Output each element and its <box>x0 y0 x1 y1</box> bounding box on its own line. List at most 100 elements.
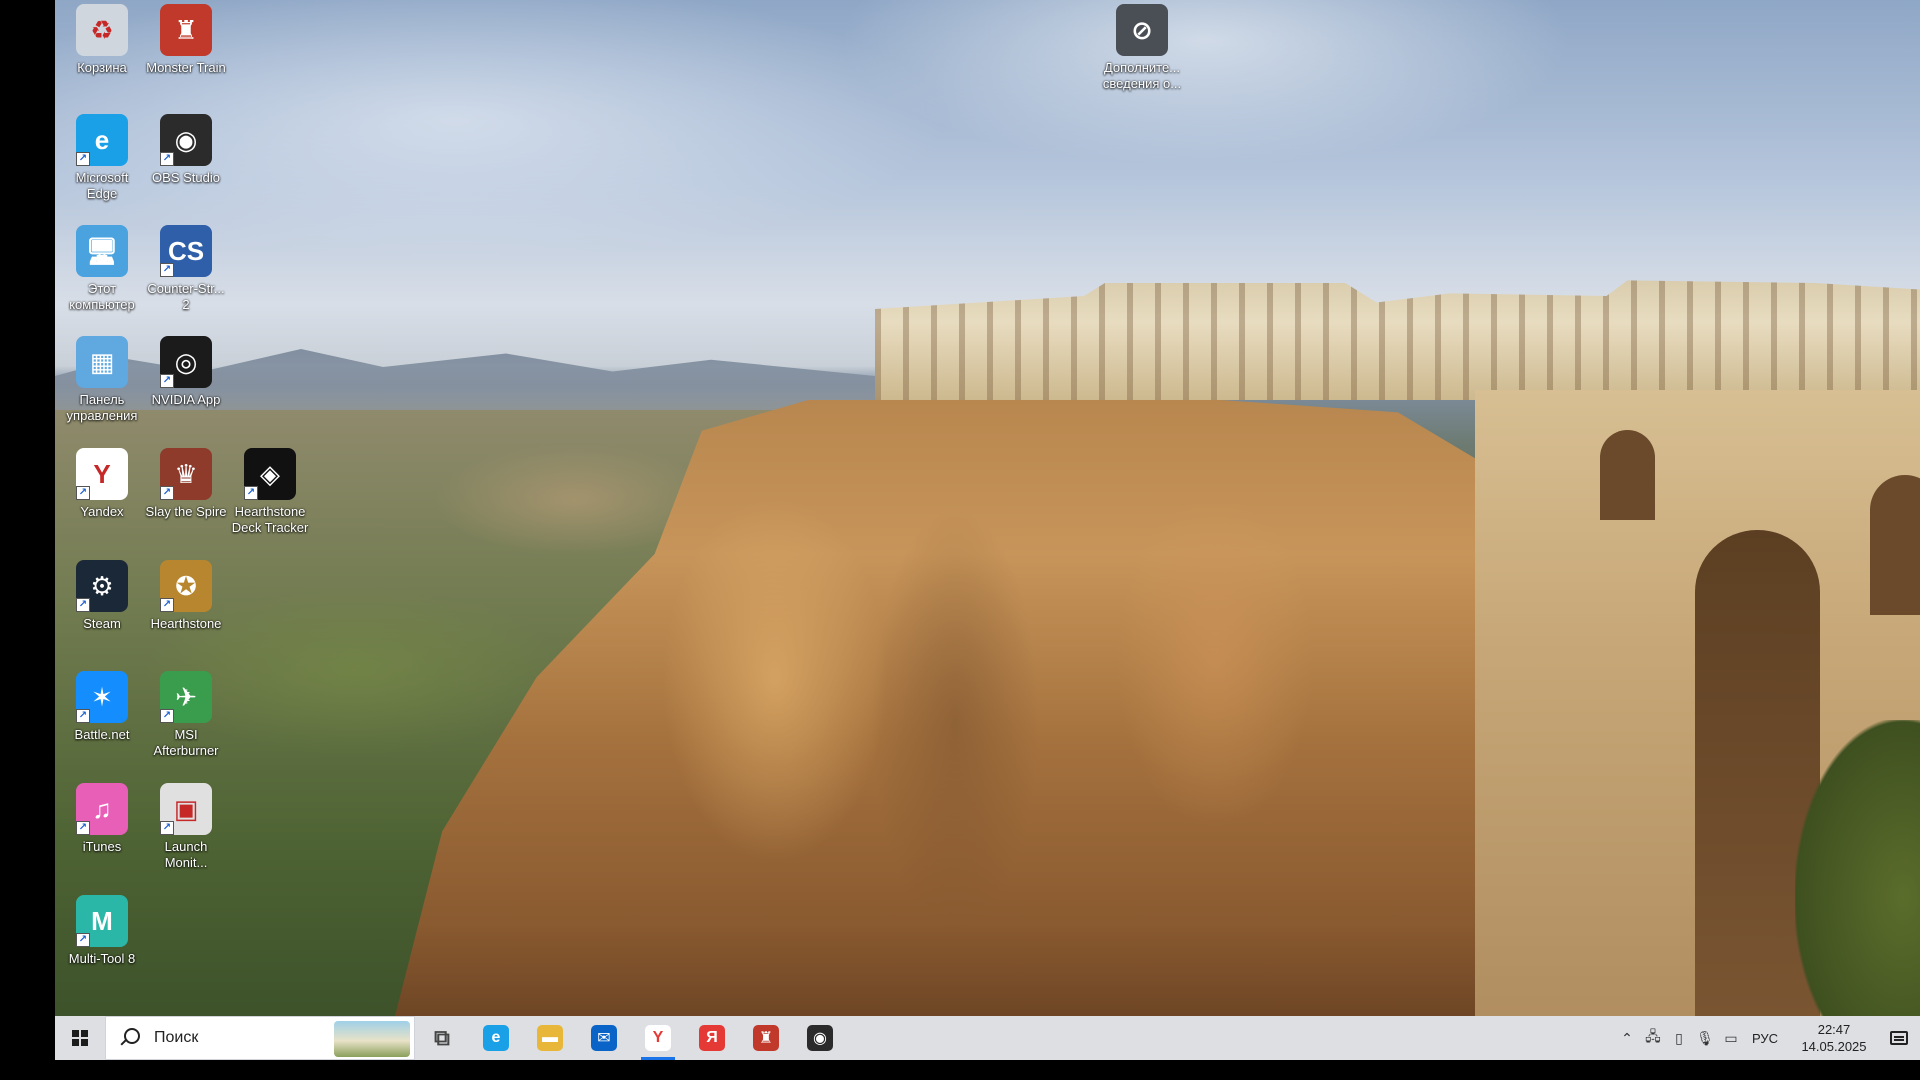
taskbar-app-monster-train[interactable]: ♜ <box>739 1016 793 1060</box>
microphone-icon[interactable]: 🎙 <box>1692 1016 1718 1060</box>
desktop-icon-label: Hearthstone <box>150 616 222 631</box>
language-indicator[interactable]: РУС <box>1752 1031 1778 1046</box>
clock[interactable]: 22:47 14.05.2025 <box>1790 1021 1878 1055</box>
taskbar-app-yandex-browser[interactable]: Y <box>631 1016 685 1060</box>
letterbox-left <box>0 0 55 1080</box>
obs-icon: ◉ <box>807 1025 833 1051</box>
desktop-icon-label: NVIDIA App <box>151 392 221 407</box>
shortcut-arrow-icon: ↗ <box>244 486 258 500</box>
shortcut-arrow-icon: ↗ <box>76 821 90 835</box>
hearthstone-icon: ✪ ↗ <box>160 560 212 612</box>
desktop-icon-label: Counter-Str... 2 <box>147 281 225 312</box>
desktop-icon-label: Hearthstone Deck Tracker <box>231 504 309 535</box>
desktop[interactable]: ♻ Корзина ♜ Monster Train e ↗ Microsoft Edge ◉ ↗… <box>55 0 1920 1016</box>
taskbar-app-task-view[interactable]: ⧉ <box>415 1016 469 1060</box>
desktop-icon-label: Launch Monit... <box>164 839 208 870</box>
multi-tool-icon: M ↗ <box>76 895 128 947</box>
desktop-icon[interactable]: ♫ ↗ iTunes <box>59 783 145 855</box>
desktop-icon[interactable]: M ↗ Multi-Tool 8 <box>59 895 145 967</box>
desktop-icon[interactable]: ◉ ↗ OBS Studio <box>143 114 229 186</box>
notification-button[interactable] <box>1878 1016 1920 1060</box>
windows-icon <box>72 1030 88 1046</box>
desktop-icon[interactable]: ♜ Monster Train <box>143 4 229 76</box>
msi-afterburner-icon: ✈ ↗ <box>160 671 212 723</box>
nvidia-icon: ◎ ↗ <box>160 336 212 388</box>
notification-icon <box>1890 1031 1908 1045</box>
yandex-browser-icon: Y <box>645 1025 671 1051</box>
desktop-icon[interactable]: ♛ ↗ Slay the Spire <box>143 448 229 520</box>
desktop-icon[interactable]: ▣ ↗ Launch Monit... <box>143 783 229 871</box>
steam-icon: ⚙ ↗ <box>76 560 128 612</box>
taskbar-app-file-explorer[interactable]: ▬ <box>523 1016 577 1060</box>
wallpaper-arch <box>1600 430 1655 520</box>
desktop-icon[interactable]: ▦ Панель управления <box>59 336 145 424</box>
desktop-icon[interactable]: CS ↗ Counter-Str... 2 <box>143 225 229 313</box>
desktop-icon-label: Monster Train <box>146 60 226 75</box>
task-view-icon: ⧉ <box>434 1025 450 1050</box>
desktop-icon-label: Дополните... сведения о... <box>1102 60 1182 91</box>
letterbox-bottom <box>0 1060 1920 1080</box>
clock-time: 22:47 <box>1817 1022 1851 1037</box>
desktop-icon[interactable]: ♻ Корзина <box>59 4 145 76</box>
shortcut-arrow-icon: ↗ <box>76 709 90 723</box>
desktop-icon[interactable]: ✈ ↗ MSI Afterburner <box>143 671 229 759</box>
shortcut-arrow-icon: ↗ <box>76 486 90 500</box>
yandex-icon: Я <box>699 1025 725 1051</box>
shortcut-arrow-icon: ↗ <box>76 598 90 612</box>
edge-icon: e ↗ <box>76 114 128 166</box>
desktop-icon[interactable]: ⊘ Дополните... сведения о... <box>1099 4 1185 92</box>
desktop-icon-label: Корзина <box>77 60 127 75</box>
file-explorer-icon: ▬ <box>537 1025 563 1051</box>
taskbar-app-outlook[interactable]: ✉ <box>577 1016 631 1060</box>
taskbar-app-obs[interactable]: ◉ <box>793 1016 847 1060</box>
additional-info-icon: ⊘ <box>1116 4 1168 56</box>
network-icon[interactable]: 🖧 <box>1640 1016 1666 1060</box>
shortcut-arrow-icon: ↗ <box>160 598 174 612</box>
desktop-icon-label: OBS Studio <box>152 170 220 185</box>
start-button[interactable] <box>55 1016 105 1060</box>
itunes-icon: ♫ ↗ <box>76 783 128 835</box>
desktop-icon[interactable]: ✪ ↗ Hearthstone <box>143 560 229 632</box>
desktop-icon[interactable]: ⚙ ↗ Steam <box>59 560 145 632</box>
shortcut-arrow-icon: ↗ <box>76 152 90 166</box>
counter-strike-icon: CS ↗ <box>160 225 212 277</box>
desktop-icon-label: Steam <box>83 616 121 631</box>
desktop-icon[interactable]: Y ↗ Yandex <box>59 448 145 520</box>
desktop-icon[interactable]: ◈ ↗ Hearthstone Deck Tracker <box>227 448 313 536</box>
edge-icon: e <box>483 1025 509 1051</box>
control-panel-icon: ▦ <box>76 336 128 388</box>
shortcut-arrow-icon: ↗ <box>160 263 174 277</box>
this-pc-icon: 🖥 <box>76 225 128 277</box>
shortcut-arrow-icon: ↗ <box>160 486 174 500</box>
desktop-icon-label: Панель управления <box>66 392 138 423</box>
desktop-icon[interactable]: e ↗ Microsoft Edge <box>59 114 145 202</box>
desktop-icon-label: Yandex <box>80 504 124 519</box>
desktop-icon-label: MSI Afterburner <box>153 727 219 758</box>
shortcut-arrow-icon: ↗ <box>160 152 174 166</box>
recycle-bin-icon: ♻ <box>76 4 128 56</box>
taskbar-app-yandex[interactable]: Я <box>685 1016 739 1060</box>
desktop-icon-label: Slay the Spire <box>145 504 227 519</box>
chevron-up-icon[interactable]: ⌃ <box>1614 1016 1640 1060</box>
wallpaper-buildings <box>875 280 1920 400</box>
desktop-icon[interactable]: ◎ ↗ NVIDIA App <box>143 336 229 408</box>
desktop-icon-label: iTunes <box>82 839 122 854</box>
shortcut-arrow-icon: ↗ <box>160 374 174 388</box>
launch-monitor-icon: ▣ ↗ <box>160 783 212 835</box>
search-highlight-image <box>334 1021 410 1057</box>
device-icon[interactable]: ▯ <box>1666 1016 1692 1060</box>
wallpaper-greenery <box>1795 720 1920 1016</box>
taskbar-search[interactable]: Поиск <box>105 1016 415 1060</box>
desktop-icon[interactable]: ✶ ↗ Battle.net <box>59 671 145 743</box>
display-icon[interactable]: ▭ <box>1718 1016 1744 1060</box>
desktop-icon-label: Этот компьютер <box>69 281 135 312</box>
hearthstone-deck-tracker-icon: ◈ ↗ <box>244 448 296 500</box>
desktop-icon[interactable]: 🖥 Этот компьютер <box>59 225 145 313</box>
taskbar-app-edge[interactable]: e <box>469 1016 523 1060</box>
shortcut-arrow-icon: ↗ <box>76 933 90 947</box>
outlook-icon: ✉ <box>591 1025 617 1051</box>
search-icon <box>118 1027 140 1049</box>
slay-the-spire-icon: ♛ ↗ <box>160 448 212 500</box>
wallpaper-arch <box>1870 475 1920 615</box>
system-tray: ⌃ 🖧 ▯ 🎙 ▭ РУС 22:47 14.05.2025 <box>1614 1016 1920 1060</box>
